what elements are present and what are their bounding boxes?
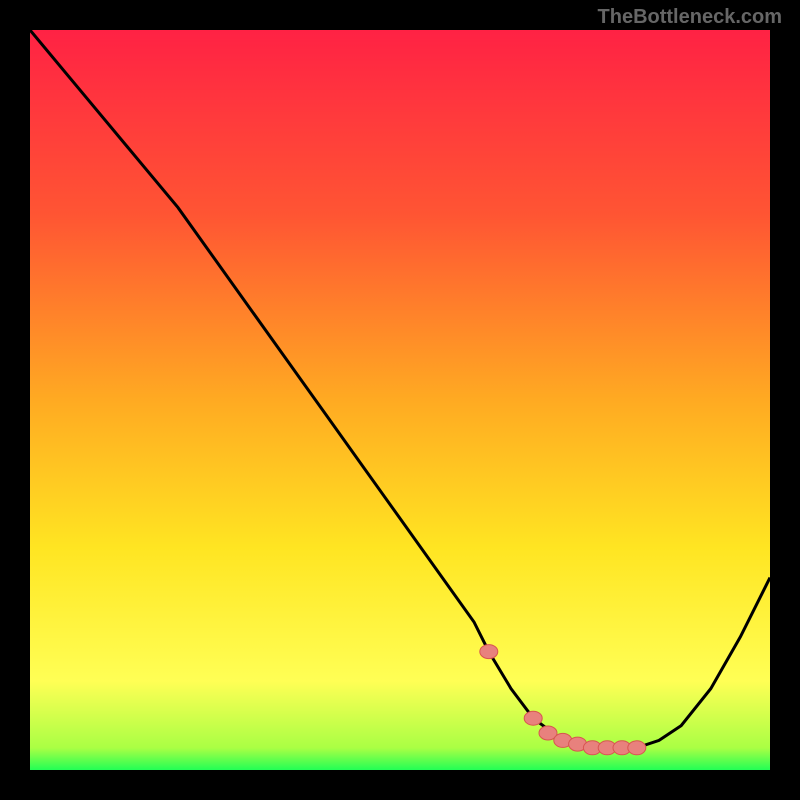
- chart-area: [30, 30, 770, 770]
- marker-point: [480, 645, 498, 659]
- chart-svg: [30, 30, 770, 770]
- watermark-text: TheBottleneck.com: [598, 6, 782, 29]
- gradient-background: [30, 30, 770, 770]
- marker-point: [628, 741, 646, 755]
- marker-point: [524, 711, 542, 725]
